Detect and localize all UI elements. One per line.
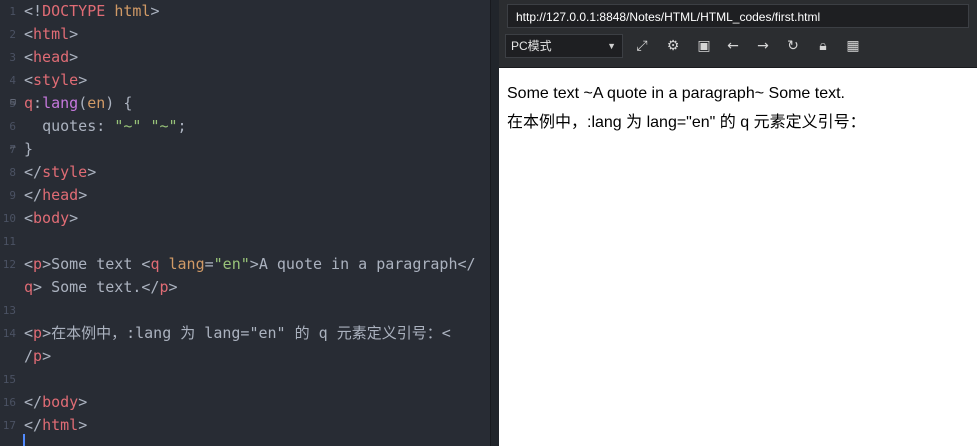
line-number: 1 xyxy=(9,5,16,18)
line-number: 11 xyxy=(2,235,16,248)
browser-toolbar: http://127.0.0.1:8848/Notes/HTML/HTML_co… xyxy=(499,0,977,68)
device-mode-label: PC模式 xyxy=(511,39,552,53)
line-number: 14 xyxy=(2,327,16,340)
forward-arrow-icon[interactable]: → xyxy=(753,36,773,56)
line-number: 2 xyxy=(9,28,16,41)
code-line[interactable]: <p>在本例中，:lang 为 lang="en" 的 q 元素定义引号：< xyxy=(24,322,451,345)
line-number: 16 xyxy=(2,396,16,409)
line-number: 6 xyxy=(9,120,16,133)
code-line[interactable]: </head> xyxy=(24,184,87,207)
code-line[interactable]: quotes: "~" "~"; xyxy=(24,115,187,138)
paragraph-1: Some text ~A quote in a paragraph~ Some … xyxy=(507,85,845,102)
qrcode-icon[interactable]: ▦ xyxy=(843,36,863,56)
code-line[interactable]: <head> xyxy=(24,46,78,69)
expand-icon[interactable]: ⤢ xyxy=(632,36,652,56)
line-number: 3 xyxy=(9,51,16,64)
gear-icon[interactable]: ⚙ xyxy=(663,36,683,56)
line-number: 10 xyxy=(2,212,16,225)
fold-marker-icon[interactable]: ⌐ xyxy=(10,143,16,154)
line-gutter: 1 2 3 4 5 6 7 8 9 10 11 12 13 14 15 16 17 ⊟ ⌐ xyxy=(0,0,20,446)
code-line[interactable]: /p> xyxy=(24,345,51,368)
line-number: 12 xyxy=(2,258,16,271)
line-number: 4 xyxy=(9,74,16,87)
browser-preview: http://127.0.0.1:8848/Notes/HTML/HTML_co… xyxy=(499,0,977,446)
line-number: 17 xyxy=(2,419,16,432)
device-mode-select[interactable]: PC模式 ▼ xyxy=(505,34,623,58)
code-line[interactable]: <p>Some text <q lang="en">A quote in a p… xyxy=(24,253,476,276)
code-line[interactable]: </html> xyxy=(24,414,87,437)
url-field[interactable]: http://127.0.0.1:8848/Notes/HTML/HTML_co… xyxy=(507,4,969,28)
code-line[interactable]: </style> xyxy=(24,161,96,184)
terminal-icon[interactable]: ▣ xyxy=(694,36,714,56)
refresh-icon[interactable]: ↻ xyxy=(783,36,803,56)
code-line[interactable]: } xyxy=(24,138,33,161)
line-number: 8 xyxy=(9,166,16,179)
line-number: 15 xyxy=(2,373,16,386)
chevron-down-icon: ▼ xyxy=(607,41,616,51)
page-content: Some text ~A quote in a paragraph~ Some … xyxy=(507,84,866,142)
code-line[interactable]: <html> xyxy=(24,23,78,46)
code-line[interactable]: <!DOCTYPE html> xyxy=(24,0,159,23)
back-arrow-icon[interactable]: ← xyxy=(723,36,743,56)
code-line[interactable]: </body> xyxy=(24,391,87,414)
code-line[interactable]: <style> xyxy=(24,69,87,92)
code-line[interactable]: <body> xyxy=(24,207,78,230)
code-line[interactable]: q:lang(en) { xyxy=(24,92,132,115)
paragraph-2: 在本例中，:lang 为 lang="en" 的 q 元素定义引号： xyxy=(507,114,866,131)
line-number: 13 xyxy=(2,304,16,317)
lock-icon[interactable]: 🔒︎ xyxy=(813,36,833,56)
fold-marker-icon[interactable]: ⊟ xyxy=(10,97,16,108)
code-editor[interactable]: 1 2 3 4 5 6 7 8 9 10 11 12 13 14 15 16 17 ⊟ ⌐ <!DOCTYPE ht… xyxy=(0,0,490,446)
text-cursor xyxy=(23,434,25,446)
code-line[interactable]: q> Some text.</p> xyxy=(24,276,178,299)
line-number: 9 xyxy=(9,189,16,202)
